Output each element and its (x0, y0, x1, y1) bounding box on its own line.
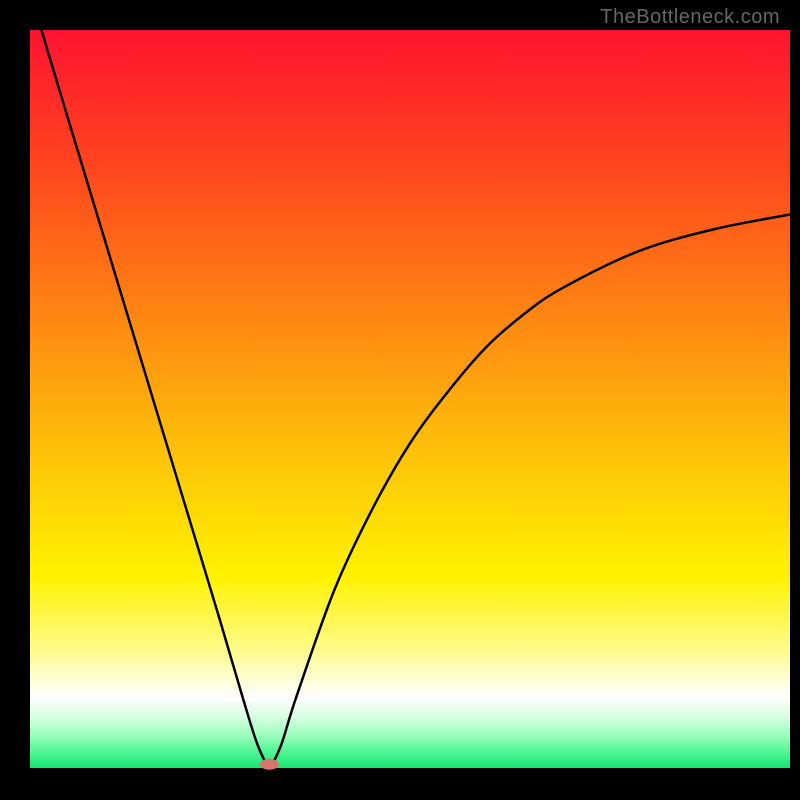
plot-background (30, 30, 790, 768)
bottleneck-curve-plot (0, 0, 800, 800)
minimum-marker (260, 759, 278, 769)
chart-stage: TheBottleneck.com (0, 0, 800, 800)
